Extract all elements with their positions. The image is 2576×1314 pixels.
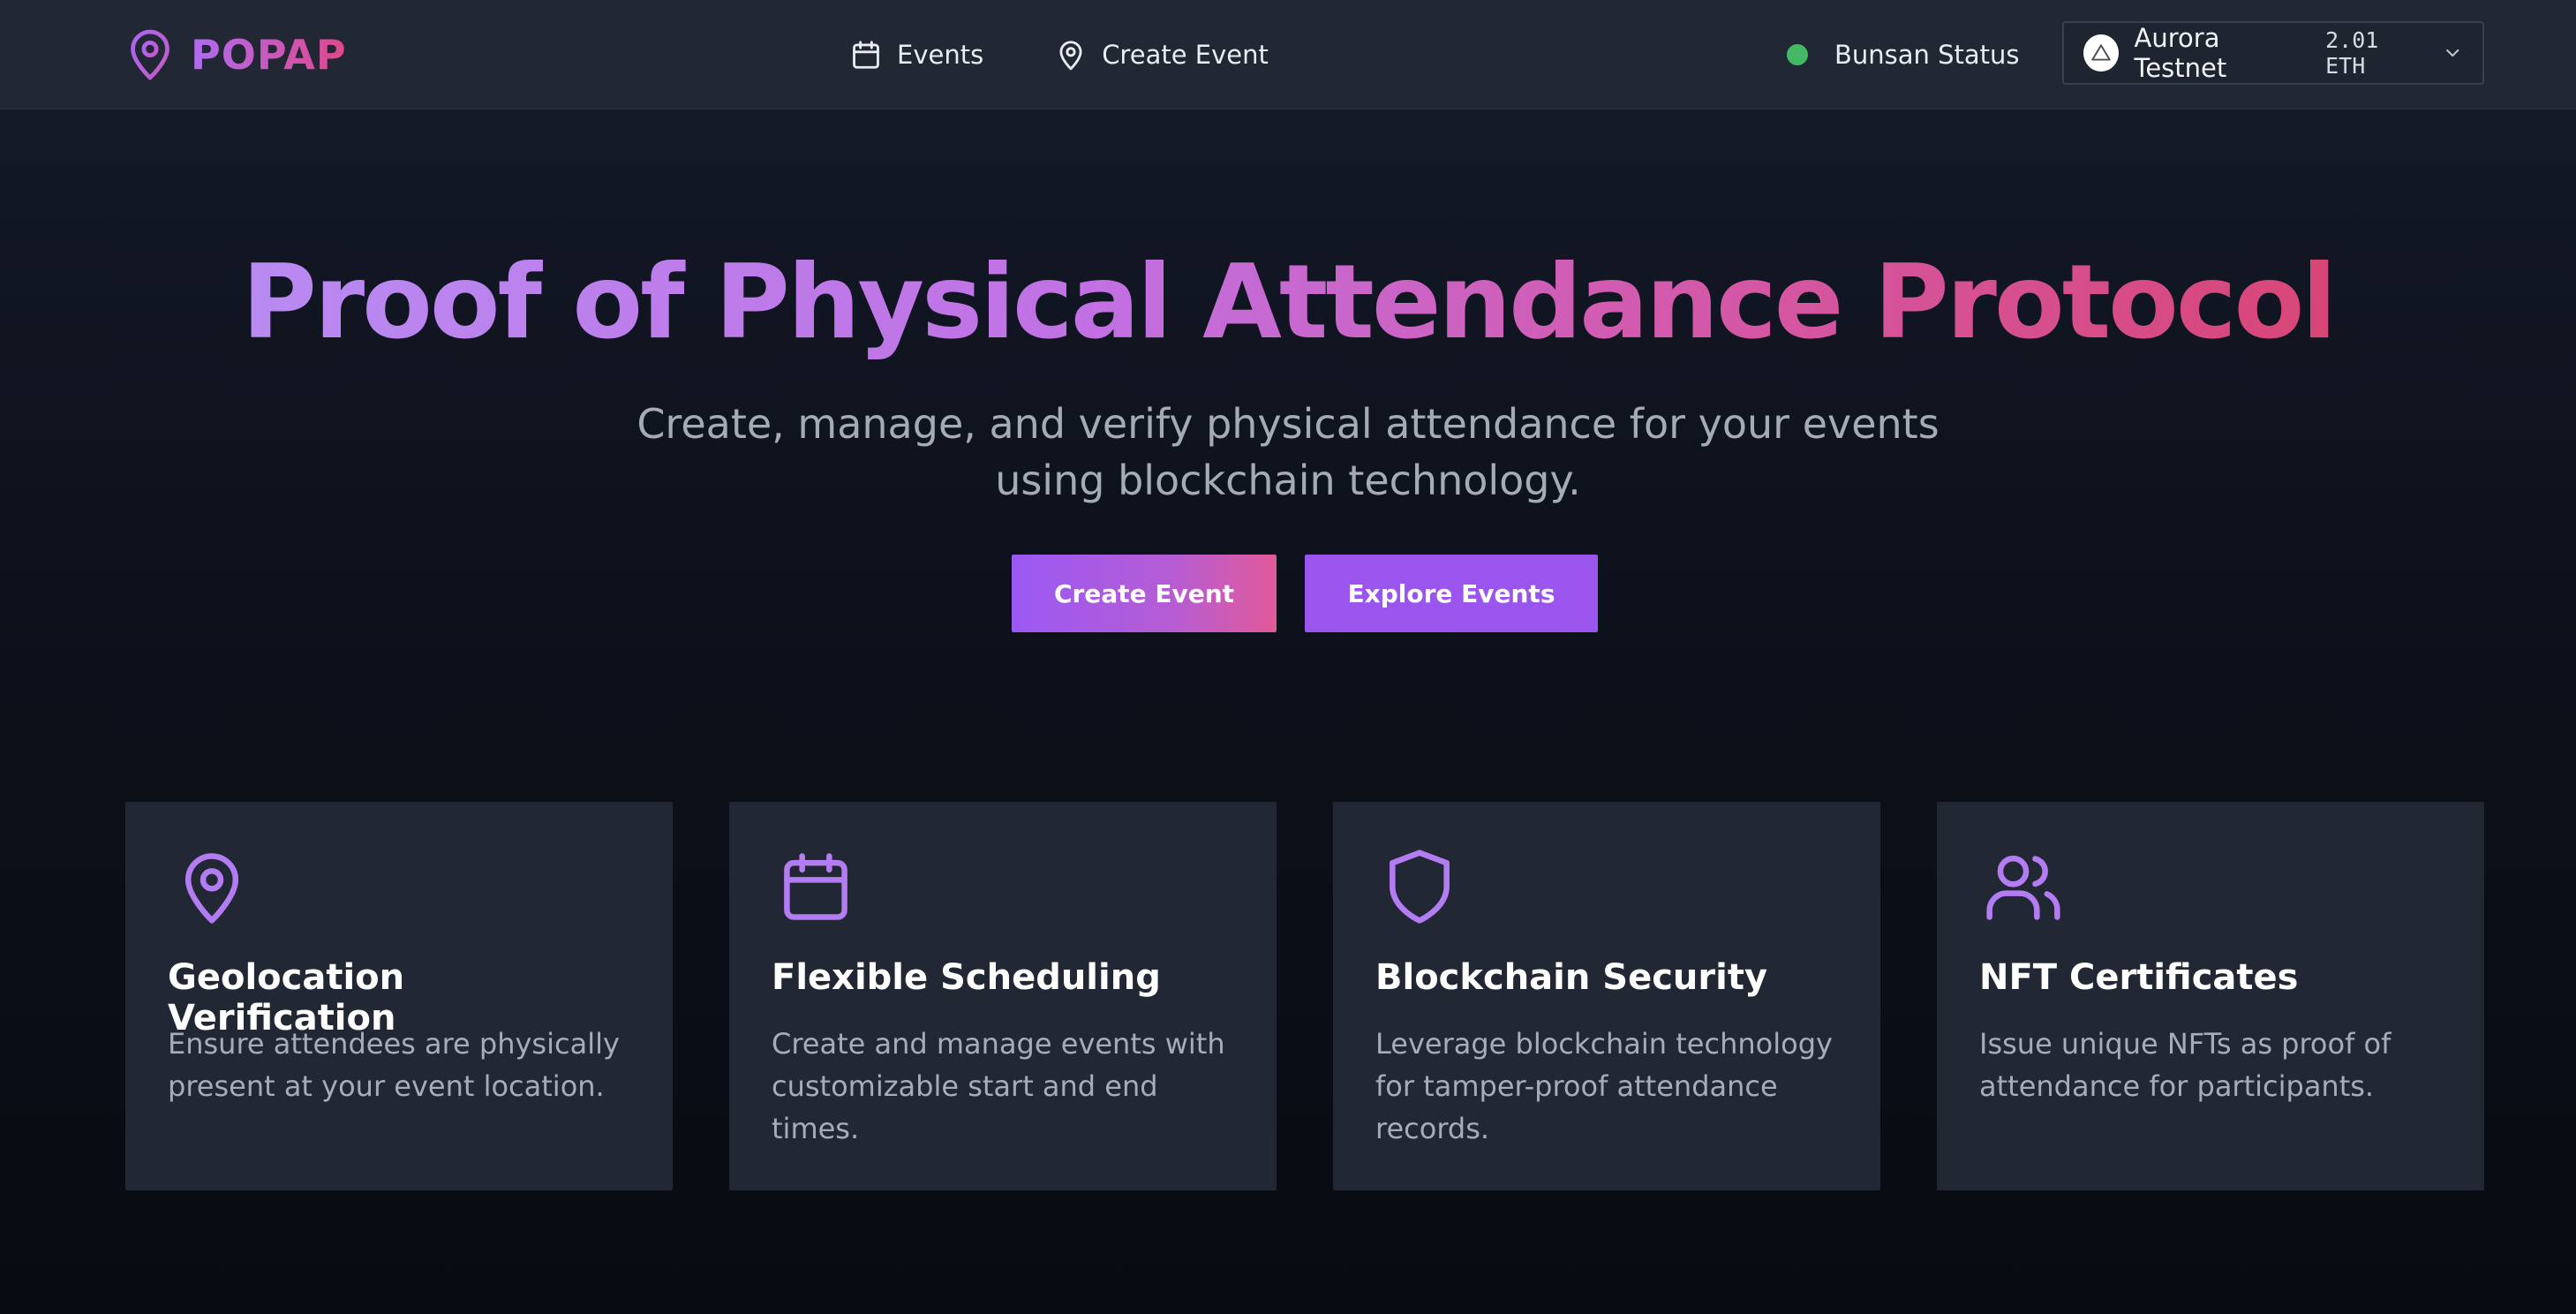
nav-create-event-link[interactable]: Create Event (1054, 38, 1269, 72)
wallet-network-name: Aurora Testnet (2134, 23, 2227, 83)
shield-icon (1390, 850, 1450, 924)
top-navbar: POPAP Events Create Event Bunsan Status … (0, 0, 2576, 110)
feature-description: Ensure attendees are physically present … (168, 1027, 620, 1103)
hero-subtitle-line: Create, manage, and verify physical atte… (636, 400, 1940, 448)
wallet-network-dropdown[interactable]: Aurora Testnet 2.01 ETH (2062, 21, 2484, 85)
feature-title: NFT Certificates (1979, 957, 2299, 998)
nav-events-label: Events (897, 40, 984, 70)
feature-description: Issue unique NFTs as proof of attendance… (1979, 1027, 2391, 1103)
create-event-button[interactable]: Create Event (1012, 555, 1277, 632)
feature-card-geolocation: Geolocation Verification Ensure attendee… (125, 802, 673, 1190)
explore-events-button[interactable]: Explore Events (1305, 555, 1598, 632)
map-pin-icon (185, 853, 239, 924)
feature-description: Create and manage events with customizab… (772, 1027, 1225, 1145)
brand-name: POPAP (191, 31, 347, 79)
feature-card-scheduling: Flexible Scheduling Create and manage ev… (729, 802, 1277, 1190)
network-status: Bunsan Status (1787, 32, 2020, 78)
map-pin-icon (131, 29, 169, 80)
hero-subtitle: Create, manage, and verify physical atte… (582, 396, 1994, 509)
hero-subtitle-line: using blockchain technology. (995, 457, 1581, 504)
wallet-balance: 2.01 ETH (2325, 27, 2379, 79)
calendar-icon (784, 853, 847, 920)
feature-description: Leverage blockchain technology for tampe… (1375, 1027, 1833, 1145)
calendar-icon (853, 41, 879, 69)
status-dot-icon (1787, 44, 1808, 65)
feature-title: Blockchain Security (1375, 957, 1768, 998)
map-pin-icon (1059, 41, 1082, 71)
feature-title: Flexible Scheduling (772, 957, 1161, 998)
nav-events-link[interactable]: Events (849, 38, 983, 72)
brand-logo-link[interactable]: POPAP (127, 23, 347, 87)
feature-card-nft: NFT Certificates Issue unique NFTs as pr… (1937, 802, 2484, 1190)
feature-card-security: Blockchain Security Leverage blockchain … (1333, 802, 1880, 1190)
chevron-down-icon (2445, 49, 2459, 57)
aurora-network-icon (2083, 34, 2119, 72)
hero-title: Proof of Physical Attendance Protocol (241, 243, 2337, 362)
nav-create-event-label: Create Event (1102, 40, 1269, 70)
page: POPAP Events Create Event Bunsan Status … (0, 0, 2576, 1314)
status-label: Bunsan Status (1834, 40, 2020, 70)
users-icon (1986, 855, 2060, 920)
main-nav: Events Create Event (849, 30, 1269, 79)
